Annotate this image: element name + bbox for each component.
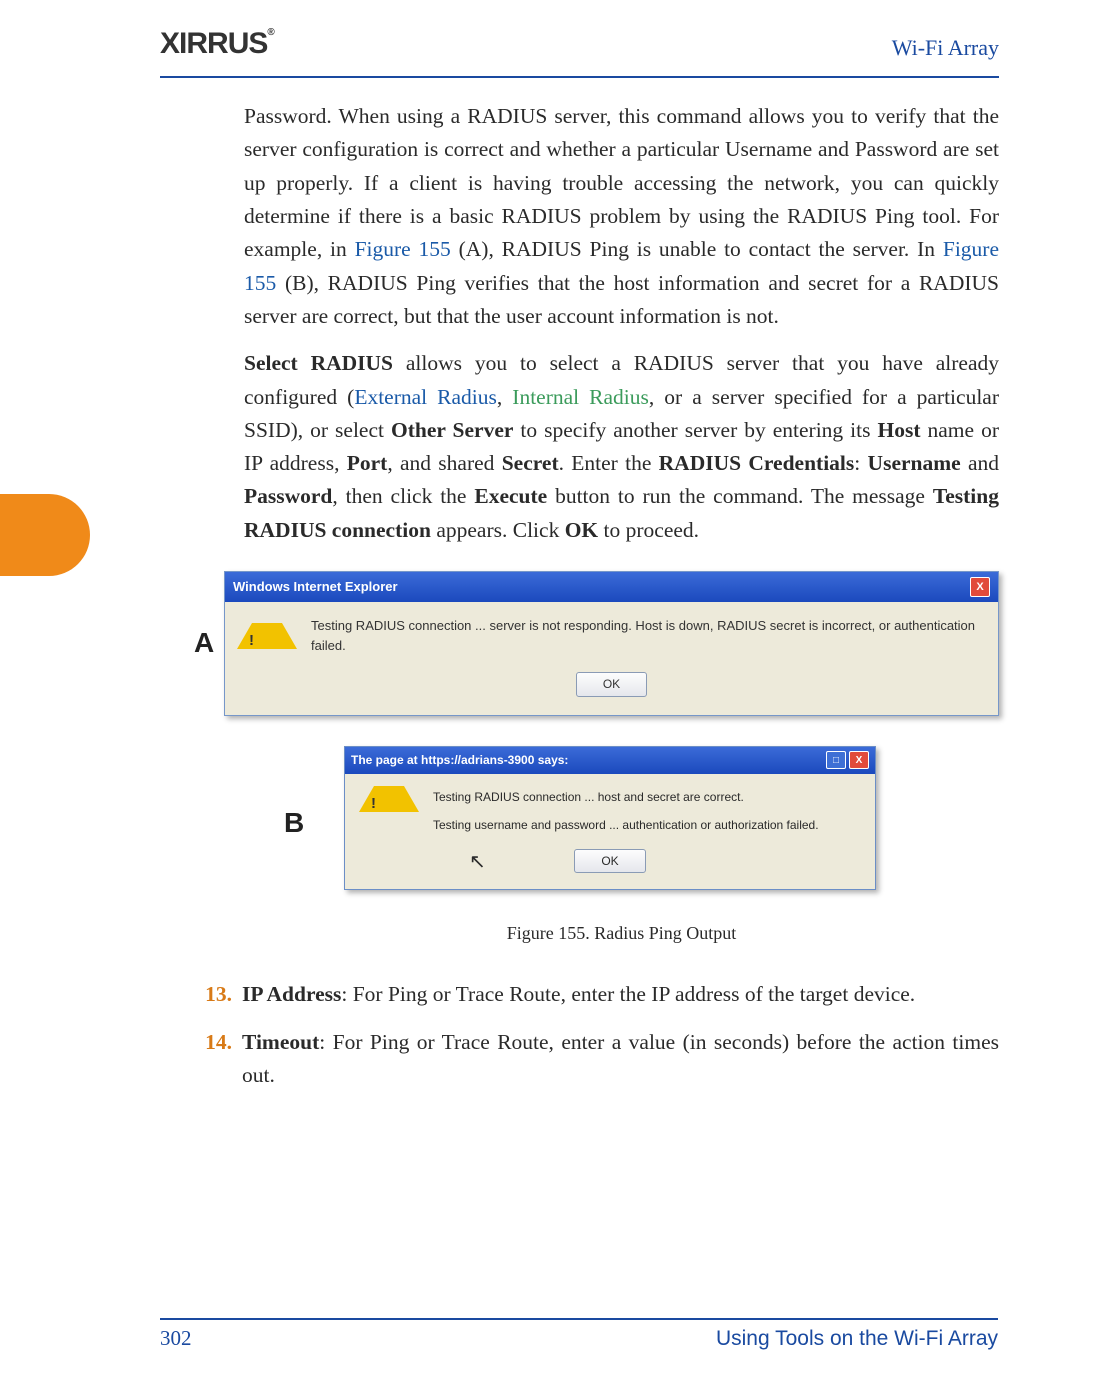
ip-address-label: IP Address <box>242 982 341 1006</box>
cursor-icon: ↖ <box>469 847 486 878</box>
execute-label: Execute <box>474 484 547 508</box>
step-13: 13. IP Address: For Ping or Trace Route,… <box>190 978 999 1011</box>
close-icon[interactable]: X <box>849 751 869 769</box>
p2-sep: , <box>497 385 512 409</box>
ok-label: OK <box>565 518 598 542</box>
dialog-b-body: Testing RADIUS connection ... host and s… <box>345 774 875 890</box>
paragraph-password: Password. When using a RADIUS server, th… <box>244 100 999 333</box>
dialog-b-message1: Testing RADIUS connection ... host and s… <box>433 788 819 807</box>
step-13-number: 13. <box>190 978 232 1011</box>
page-container: XIRRUS® Wi-Fi Array Password. When using… <box>0 0 1094 1381</box>
step-14-body: : For Ping or Trace Route, enter a value… <box>242 1030 999 1087</box>
internal-radius-link[interactable]: Internal Radius <box>512 385 649 409</box>
dialog-b-title: The page at https://adrians-3900 says: <box>351 751 568 770</box>
p2-text-j: button to run the command. The message <box>547 484 933 508</box>
titlebar-icons: □ X <box>826 751 869 769</box>
label-a: A <box>194 621 214 664</box>
select-radius-label: Select RADIUS <box>244 351 393 375</box>
warning-icon <box>237 623 297 649</box>
password-label: Password <box>244 484 332 508</box>
p2-text-l: to proceed. <box>598 518 699 542</box>
maximize-icon[interactable]: □ <box>826 751 846 769</box>
p2-text-f: . Enter the <box>559 451 659 475</box>
figure-caption: Figure 155. Radius Ping Output <box>244 920 999 948</box>
timeout-label: Timeout <box>242 1030 319 1054</box>
dialog-a-row: A Windows Internet Explorer X Testing RA… <box>244 571 999 716</box>
body-content: Password. When using a RADIUS server, th… <box>244 100 999 1092</box>
p2-text-h: and <box>961 451 999 475</box>
warning-icon <box>359 786 419 812</box>
step-13-body: : For Ping or Trace Route, enter the IP … <box>341 982 915 1006</box>
page-header: XIRRUS® Wi-Fi Array <box>160 20 999 78</box>
close-icon[interactable]: X <box>970 577 990 597</box>
p2-text-g: : <box>854 451 867 475</box>
p2-text-k: appears. Click <box>431 518 565 542</box>
other-server-label: Other Server <box>391 418 513 442</box>
radius-credentials-label: RADIUS Credentials <box>659 451 855 475</box>
ie-dialog-b: The page at https://adrians-3900 says: □… <box>344 746 876 890</box>
paragraph-select-radius: Select RADIUS allows you to select a RAD… <box>244 347 999 547</box>
label-b: B <box>284 801 304 844</box>
dialog-a-body: Testing RADIUS connection ... server is … <box>225 602 998 715</box>
external-radius-link[interactable]: External Radius <box>354 385 497 409</box>
port-label: Port <box>347 451 388 475</box>
username-label: Username <box>868 451 961 475</box>
dialog-b-message2: Testing username and password ... authen… <box>433 816 819 835</box>
ok-button[interactable]: OK <box>574 849 645 874</box>
dialog-a-titlebar: Windows Internet Explorer X <box>225 572 998 602</box>
secret-label: Secret <box>502 451 559 475</box>
para1-text-b: (A), RADIUS Ping is unable to contact th… <box>451 237 943 261</box>
p2-text-c: to specify another server by entering it… <box>513 418 877 442</box>
dialog-b-row: B The page at https://adrians-3900 says:… <box>244 746 999 890</box>
ok-button[interactable]: OK <box>576 672 647 697</box>
figure-link-1[interactable]: Figure 155 <box>355 237 451 261</box>
side-tab-decoration <box>0 494 90 576</box>
dialog-a-title: Windows Internet Explorer <box>233 577 398 597</box>
ie-dialog-a: Windows Internet Explorer X Testing RADI… <box>224 571 999 716</box>
host-label: Host <box>878 418 921 442</box>
dialog-b-messages: Testing RADIUS connection ... host and s… <box>433 786 819 845</box>
dialog-b-titlebar: The page at https://adrians-3900 says: □… <box>345 747 875 774</box>
page-footer: 302 Using Tools on the Wi-Fi Array <box>160 1318 998 1351</box>
p2-text-i: , then click the <box>332 484 474 508</box>
numbered-steps: 13. IP Address: For Ping or Trace Route,… <box>190 978 999 1092</box>
figure-container: A Windows Internet Explorer X Testing RA… <box>244 571 999 890</box>
step-14-number: 14. <box>190 1026 232 1093</box>
step-14-text: Timeout: For Ping or Trace Route, enter … <box>242 1026 999 1093</box>
page-number: 302 <box>160 1326 192 1351</box>
footer-section-title: Using Tools on the Wi-Fi Array <box>716 1327 998 1351</box>
step-13-text: IP Address: For Ping or Trace Route, ent… <box>242 978 999 1011</box>
brand-logo: XIRRUS® <box>160 27 274 61</box>
p2-text-e: , and shared <box>387 451 501 475</box>
dialog-a-message: Testing RADIUS connection ... server is … <box>311 616 986 656</box>
para1-text-c: (B), RADIUS Ping verifies that the host … <box>244 271 999 328</box>
step-14: 14. Timeout: For Ping or Trace Route, en… <box>190 1026 999 1093</box>
header-right-text: Wi-Fi Array <box>892 35 999 61</box>
